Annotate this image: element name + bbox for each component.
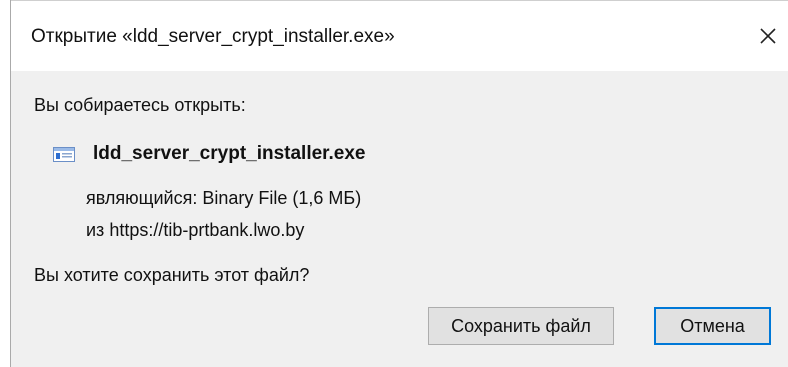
close-icon (760, 28, 776, 44)
save-prompt: Вы хотите сохранить этот файл? (34, 265, 310, 285)
file-source-url: https://tib-prtbank.lwo.by (109, 220, 305, 240)
file-type-row: являющийся: Binary File (1,6 МБ) (86, 186, 361, 210)
executable-file-icon (53, 147, 75, 162)
save-file-button[interactable]: Сохранить файл (428, 307, 614, 345)
file-name: ldd_server_crypt_installer.exe (93, 143, 366, 164)
dialog-titlebar: Открытие «ldd_server_crypt_installer.exe… (11, 0, 788, 71)
file-source-row: из https://tib-prtbank.lwo.by (86, 218, 304, 242)
file-type-label: являющийся: (86, 188, 198, 208)
save-file-dialog: Открытие «ldd_server_crypt_installer.exe… (10, 0, 788, 367)
file-type-value: Binary File (1,6 МБ) (202, 188, 362, 208)
open-prompt: Вы собираетесь открыть: (34, 95, 246, 115)
cancel-button[interactable]: Отмена (654, 307, 771, 345)
file-source-label: из (86, 220, 105, 240)
close-button[interactable] (751, 19, 785, 53)
dialog-title: Открытие «ldd_server_crypt_installer.exe… (31, 26, 395, 47)
